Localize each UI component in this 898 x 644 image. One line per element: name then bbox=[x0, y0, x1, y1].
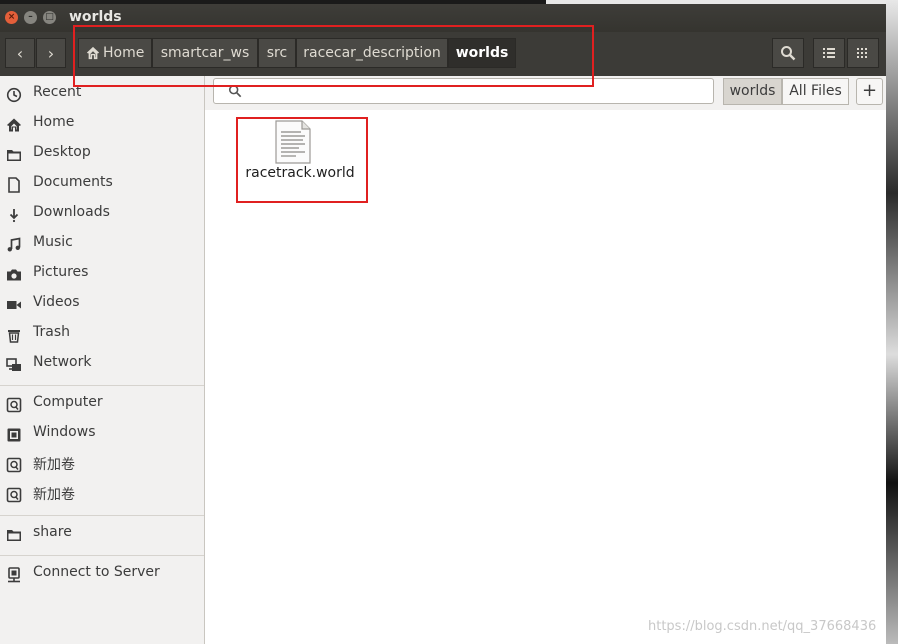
sidebar-item-label: Music bbox=[33, 234, 73, 250]
download-icon bbox=[9, 209, 19, 223]
music-icon bbox=[7, 237, 21, 252]
sidebar: Recent Home Desktop Documents Downloads … bbox=[0, 76, 205, 644]
search-button[interactable] bbox=[772, 38, 804, 68]
sidebar-item-label: Trash bbox=[33, 324, 70, 340]
filter-label: worlds bbox=[729, 83, 776, 99]
sidebar-separator bbox=[0, 555, 204, 556]
sidebar-item-music[interactable]: Music bbox=[0, 229, 204, 259]
sidebar-item-label: Pictures bbox=[33, 264, 89, 280]
filter-label: All Files bbox=[789, 83, 842, 99]
sidebar-item-label: Documents bbox=[33, 174, 113, 190]
search-icon bbox=[781, 46, 796, 61]
sidebar-item-label: Computer bbox=[33, 394, 103, 410]
folder-icon bbox=[7, 530, 21, 541]
sidebar-item-label: Connect to Server bbox=[33, 564, 160, 580]
desktop-background-right bbox=[886, 0, 898, 644]
maximize-window-button[interactable]: □ bbox=[43, 11, 56, 24]
sidebar-item-connect-to-server[interactable]: Connect to Server bbox=[0, 559, 204, 589]
back-arrow-icon: ‹ bbox=[16, 44, 24, 63]
sidebar-item-home[interactable]: Home bbox=[0, 109, 204, 139]
sidebar-item-windows[interactable]: Windows bbox=[0, 419, 204, 449]
sidebar-item-computer[interactable]: Computer bbox=[0, 389, 204, 419]
sidebar-item-desktop[interactable]: Desktop bbox=[0, 139, 204, 169]
file-manager-window: × – □ worlds ‹ › Home smartcar_ws src ra… bbox=[0, 4, 886, 644]
window-title: worlds bbox=[69, 9, 122, 25]
drive-icon bbox=[6, 397, 22, 413]
sidebar-separator bbox=[0, 515, 204, 516]
sidebar-separator bbox=[0, 385, 204, 386]
sidebar-item-downloads[interactable]: Downloads bbox=[0, 199, 204, 229]
forward-arrow-icon: › bbox=[47, 44, 55, 63]
document-icon bbox=[8, 177, 20, 193]
sidebar-item-documents[interactable]: Documents bbox=[0, 169, 204, 199]
drive-icon bbox=[6, 457, 22, 473]
sidebar-item-label: Downloads bbox=[33, 204, 110, 220]
filter-all-files-button[interactable]: All Files bbox=[782, 78, 849, 105]
sidebar-item-label: Videos bbox=[33, 294, 80, 310]
camera-icon bbox=[7, 269, 21, 281]
filter-worlds-button[interactable]: worlds bbox=[723, 78, 782, 105]
sidebar-item-share[interactable]: share bbox=[0, 519, 204, 549]
home-icon bbox=[7, 118, 21, 132]
add-search-criteria-button[interactable]: + bbox=[856, 78, 883, 105]
video-icon bbox=[7, 301, 21, 309]
sidebar-item-label: Home bbox=[33, 114, 75, 130]
folder-icon bbox=[7, 150, 21, 161]
drive-icon bbox=[6, 487, 22, 503]
file-highlight-box bbox=[236, 117, 368, 203]
network-icon bbox=[6, 358, 21, 371]
sidebar-item-volume-1[interactable]: 新加卷 bbox=[0, 449, 204, 479]
sidebar-item-label: Desktop bbox=[33, 144, 91, 160]
sidebar-item-label: 新加卷 bbox=[33, 487, 75, 503]
trash-icon bbox=[8, 330, 20, 343]
sidebar-item-videos[interactable]: Videos bbox=[0, 289, 204, 319]
clock-icon bbox=[6, 87, 22, 103]
grid-view-button[interactable] bbox=[847, 38, 879, 68]
server-icon bbox=[8, 567, 20, 583]
minimize-window-button[interactable]: – bbox=[24, 11, 37, 24]
watermark-text: https://blog.csdn.net/qq_37668436 bbox=[648, 619, 877, 634]
sidebar-item-label: Network bbox=[33, 354, 92, 370]
chip-icon bbox=[7, 428, 21, 442]
plus-icon: + bbox=[861, 80, 878, 101]
close-window-button[interactable]: × bbox=[5, 11, 18, 24]
sidebar-item-volume-2[interactable]: 新加卷 bbox=[0, 479, 204, 509]
breadcrumb-highlight-box bbox=[73, 25, 594, 87]
list-view-button[interactable] bbox=[813, 38, 845, 68]
grid-view-icon bbox=[857, 48, 867, 58]
sidebar-item-label: 新加卷 bbox=[33, 457, 75, 473]
sidebar-item-network[interactable]: Network bbox=[0, 349, 204, 379]
sidebar-item-label: Windows bbox=[33, 424, 96, 440]
sidebar-item-pictures[interactable]: Pictures bbox=[0, 259, 204, 289]
sidebar-item-label: share bbox=[33, 524, 72, 540]
back-button[interactable]: ‹ bbox=[5, 38, 35, 68]
sidebar-item-trash[interactable]: Trash bbox=[0, 319, 204, 349]
list-view-icon bbox=[823, 48, 835, 58]
forward-button[interactable]: › bbox=[36, 38, 66, 68]
